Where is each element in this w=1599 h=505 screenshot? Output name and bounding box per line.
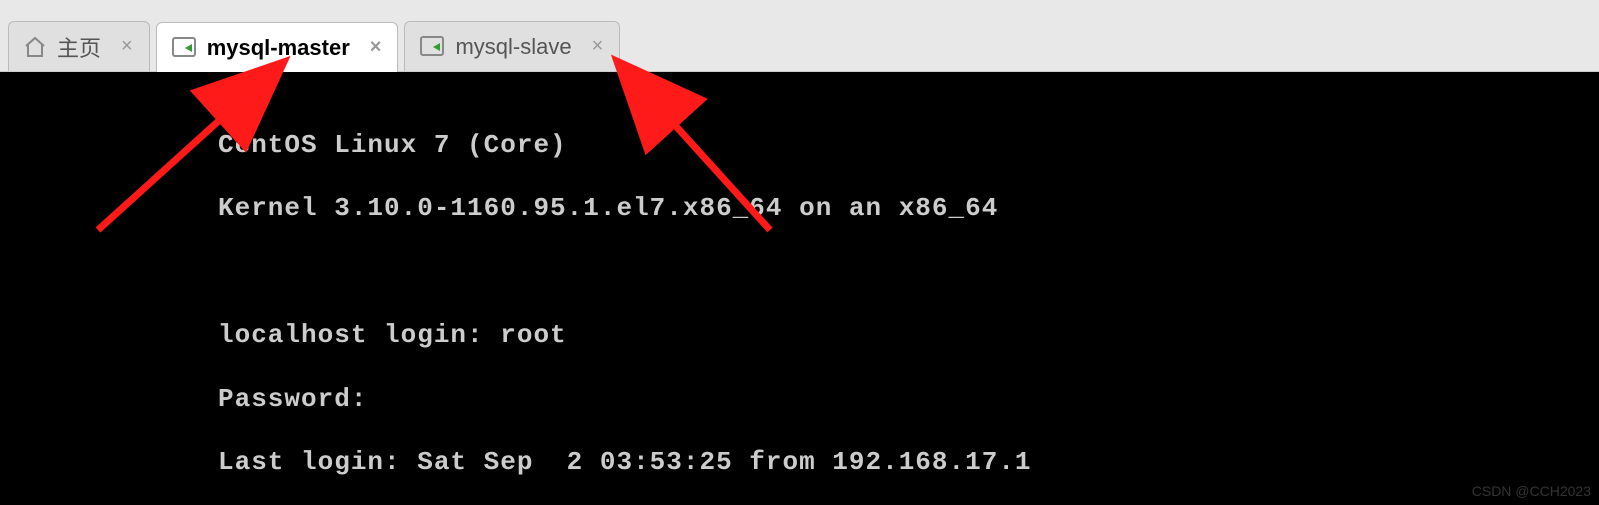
tab-label: mysql-master: [207, 35, 350, 61]
home-icon: [23, 35, 47, 59]
close-icon[interactable]: ×: [370, 36, 382, 59]
terminal-line: CentOS Linux 7 (Core): [218, 130, 1599, 162]
terminal-icon: [171, 35, 197, 61]
watermark: CSDN @CCH2023: [1472, 483, 1591, 499]
terminal-line: localhost login: root: [218, 320, 1599, 352]
terminal-line: Last login: Sat Sep 2 03:53:25 from 192.…: [218, 447, 1599, 479]
terminal-line: [218, 257, 1599, 289]
close-icon[interactable]: ×: [592, 35, 604, 58]
tab-mysql-slave[interactable]: mysql-slave ×: [404, 21, 620, 71]
tab-mysql-master[interactable]: mysql-master ×: [156, 22, 399, 72]
tab-bar: 主页 × mysql-master × mysql-slave ×: [0, 0, 1599, 72]
tab-label: 主页: [57, 31, 101, 63]
terminal-line: Password:: [218, 384, 1599, 416]
tab-home[interactable]: 主页 ×: [8, 21, 150, 71]
close-icon[interactable]: ×: [121, 35, 133, 58]
terminal-output[interactable]: CentOS Linux 7 (Core) Kernel 3.10.0-1160…: [0, 72, 1599, 505]
terminal-line: Kernel 3.10.0-1160.95.1.el7.x86_64 on an…: [218, 193, 1599, 225]
tab-label: mysql-slave: [455, 34, 571, 60]
terminal-icon: [419, 34, 445, 60]
